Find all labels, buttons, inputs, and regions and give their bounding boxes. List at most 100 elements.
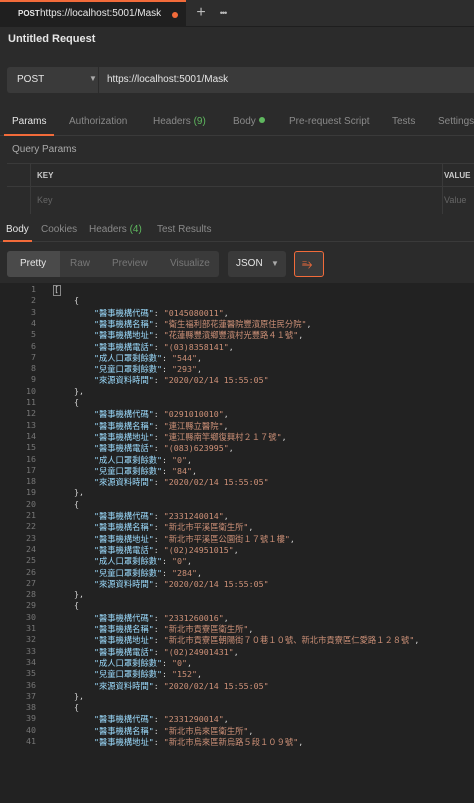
json-key: "醫事機構代碼" xyxy=(93,307,154,318)
request-tabs: Params Authorization Headers (9) Body Pr… xyxy=(0,110,474,136)
chevron-down-icon: ▼ xyxy=(271,259,279,268)
code-text: "來源資料時間": "2020/02/14 15:55:05" xyxy=(93,680,269,691)
tab-authorization[interactable]: Authorization xyxy=(69,116,127,127)
json-key: "成人口罩剩餘數" xyxy=(93,657,163,668)
more-tabs-button[interactable]: ••• xyxy=(212,2,234,24)
json-key: "醫事機構地址" xyxy=(93,431,154,442)
request-tab[interactable]: POST https://localhost:5001/Mask xyxy=(0,0,186,27)
code-text: "醫事機構名稱": "衛生福利部花蓮醫院豐濱原住民分院", xyxy=(93,318,312,329)
line-number: 3 xyxy=(31,306,36,317)
line-number: 34 xyxy=(26,656,36,667)
line-number: 29 xyxy=(26,600,36,611)
code-line: 32 "醫事機構地址": "新北市貢寮區朝陽街７０巷１０號、新北市貢寮區仁愛路１… xyxy=(0,634,474,645)
tab-tests[interactable]: Tests xyxy=(392,116,415,127)
body-indicator-icon xyxy=(258,117,265,123)
json-value: "新北市平溪區衛生所" xyxy=(163,522,249,533)
code-text: "成人口罩剩餘數": "544", xyxy=(93,352,203,363)
json-key: "醫事機構地址" xyxy=(93,737,154,747)
line-number: 32 xyxy=(26,634,36,645)
line-number: 14 xyxy=(26,430,36,441)
line-number: 28 xyxy=(26,589,36,600)
tab-headers[interactable]: Headers (9) xyxy=(153,116,206,127)
json-value: "(02)24901431" xyxy=(163,646,234,657)
code-line: 20 { xyxy=(0,499,474,510)
response-tab-headers[interactable]: Headers (4) xyxy=(89,224,142,235)
line-number: 38 xyxy=(26,702,36,713)
code-text: "醫事機構電話": "(02)24951015", xyxy=(93,544,239,555)
json-value: "新北市平溪區公園街１７號１樓" xyxy=(163,533,290,544)
url-value: https://localhost:5001/Mask xyxy=(107,74,229,85)
response-body-editor[interactable]: 1[2 {3 "醫事機構代碼": "0145080011", 4 "醫事機構名稱"… xyxy=(0,283,474,803)
line-number: 23 xyxy=(26,532,36,543)
json-key: "兒童口罩剩餘數" xyxy=(93,465,163,476)
line-number: 16 xyxy=(26,453,36,464)
code-line: 31 "醫事機構名稱": "新北市貢寮區衛生所", xyxy=(0,623,474,634)
code-line: 9 "來源資料時間": "2020/02/14 15:55:05" xyxy=(0,374,474,385)
format-select[interactable]: JSON ▼ xyxy=(228,251,286,277)
line-number: 5 xyxy=(31,329,36,340)
code-line: 34 "成人口罩剩餘數": "0", xyxy=(0,657,474,668)
code-text: "醫事機構代碼": "2331260016", xyxy=(93,612,229,623)
json-value: "(03)8358141" xyxy=(163,341,229,352)
key-column-header: KEY xyxy=(37,171,54,180)
json-key: "醫事機構地址" xyxy=(93,330,154,341)
code-text: "醫事機構名稱": "新北市平溪區衛生所", xyxy=(93,522,254,533)
code-line: 37 }, xyxy=(0,691,474,702)
request-title[interactable]: Untitled Request xyxy=(8,33,95,45)
code-text: "醫事機構名稱": "連江縣立醫院", xyxy=(93,420,229,431)
code-text: { xyxy=(54,295,79,305)
json-punctuation: { xyxy=(73,702,79,713)
json-key: "成人口罩剩餘數" xyxy=(93,556,163,567)
response-tab-body[interactable]: Body xyxy=(6,224,29,235)
json-key: "醫事機構代碼" xyxy=(93,714,154,725)
json-key: "醫事機構地址" xyxy=(93,635,154,646)
code-text: "兒童口罩剩餘數": "152", xyxy=(93,669,203,680)
line-number: 37 xyxy=(26,690,36,701)
code-line: 22 "醫事機構名稱": "新北市平溪區衛生所", xyxy=(0,521,474,532)
query-params-table: KEY VALUE Key Value xyxy=(7,163,474,214)
json-value: "0" xyxy=(172,657,188,668)
method-select[interactable]: POST ▼ xyxy=(7,67,99,93)
line-number: 30 xyxy=(26,611,36,622)
json-value: "0" xyxy=(172,556,188,567)
json-punctuation: { xyxy=(73,498,79,509)
code-text: "成人口罩剩餘數": "0", xyxy=(93,556,193,567)
tab-prerequest-script[interactable]: Pre-request Script xyxy=(289,116,370,127)
line-number: 33 xyxy=(26,645,36,656)
preview-button[interactable]: Preview xyxy=(112,258,148,269)
tab-body[interactable]: Body xyxy=(233,116,265,127)
json-key: "醫事機構名稱" xyxy=(93,420,154,431)
wrap-lines-button[interactable]: ⥱ xyxy=(294,251,324,277)
value-input[interactable]: Value xyxy=(444,195,466,205)
pretty-button[interactable]: Pretty xyxy=(20,258,46,269)
code-line: 41 "醫事機構地址": "新北市烏來區新烏路５段１０９號", xyxy=(0,736,474,747)
response-tab-test-results[interactable]: Test Results xyxy=(157,224,211,235)
line-number: 7 xyxy=(31,351,36,362)
line-number: 19 xyxy=(26,487,36,498)
json-value: "衛生福利部花蓮醫院豐濱原住民分院" xyxy=(163,318,307,329)
json-value: "新北市貢寮區衛生所" xyxy=(163,624,249,634)
visualize-button[interactable]: Visualize xyxy=(170,258,210,269)
code-text: "兒童口罩剩餘數": "293", xyxy=(93,364,203,375)
response-tab-cookies[interactable]: Cookies xyxy=(41,224,77,235)
chevron-down-icon: ▼ xyxy=(89,74,97,83)
line-number: 18 xyxy=(26,476,36,487)
new-tab-button[interactable]: + xyxy=(190,2,212,24)
code-line: 38 { xyxy=(0,702,474,713)
url-input[interactable]: https://localhost:5001/Mask xyxy=(99,67,474,93)
line-number: 25 xyxy=(26,555,36,566)
code-text: "來源資料時間": "2020/02/14 15:55:05" xyxy=(93,578,269,589)
key-input[interactable]: Key xyxy=(37,195,53,205)
line-number: 15 xyxy=(26,442,36,453)
code-text: { xyxy=(54,499,79,509)
json-value: "0" xyxy=(172,454,188,465)
tab-params[interactable]: Params xyxy=(12,116,46,127)
code-line: 26 "兒童口罩剩餘數": "284", xyxy=(0,567,474,578)
json-key: "醫事機構代碼" xyxy=(93,612,154,623)
raw-button[interactable]: Raw xyxy=(70,258,90,269)
json-value: "(02)24951015" xyxy=(163,544,234,555)
json-key: "醫事機構地址" xyxy=(93,533,154,544)
code-line: 11 { xyxy=(0,397,474,408)
line-number: 6 xyxy=(31,340,36,351)
tab-settings[interactable]: Settings xyxy=(438,116,474,127)
